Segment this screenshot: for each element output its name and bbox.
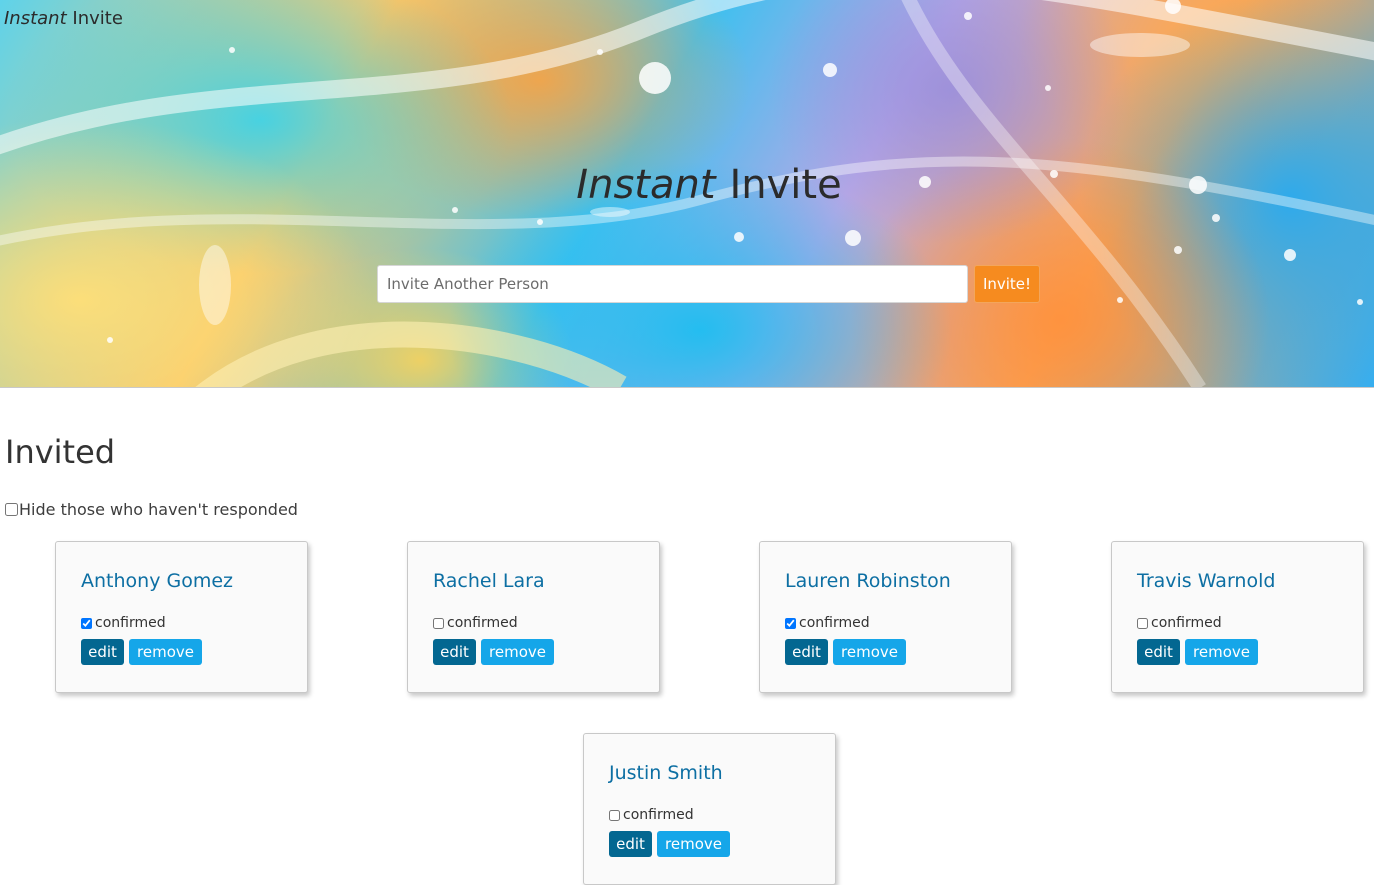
remove-button[interactable]: remove xyxy=(129,639,202,665)
guest-card: Travis Warnold confirmed edit remove xyxy=(1111,541,1364,693)
confirmed-toggle[interactable]: confirmed xyxy=(1137,615,1222,631)
guest-name: Justin Smith xyxy=(609,762,723,784)
hero-banner: Instant Invite Instant Invite Invite! xyxy=(0,0,1374,388)
brand-logo-italic: Instant xyxy=(4,8,67,29)
confirmed-checkbox[interactable] xyxy=(785,617,796,629)
guest-actions: edit remove xyxy=(785,639,906,665)
guest-actions: edit remove xyxy=(1137,639,1258,665)
confirmed-toggle[interactable]: confirmed xyxy=(433,615,518,631)
guest-actions: edit remove xyxy=(81,639,202,665)
guest-name: Lauren Robinston xyxy=(785,570,951,592)
confirmed-label: confirmed xyxy=(447,615,518,631)
edit-button[interactable]: edit xyxy=(81,639,124,665)
edit-button[interactable]: edit xyxy=(433,639,476,665)
edit-button[interactable]: edit xyxy=(609,831,652,857)
page-title-italic: Instant xyxy=(576,161,716,208)
guest-name: Anthony Gomez xyxy=(81,570,233,592)
confirmed-checkbox[interactable] xyxy=(81,617,92,629)
guest-card: Justin Smith confirmed edit remove xyxy=(583,733,836,885)
page-title-text: Invite xyxy=(729,161,842,208)
remove-button[interactable]: remove xyxy=(1185,639,1258,665)
guest-card: Lauren Robinston confirmed edit remove xyxy=(759,541,1012,693)
confirmed-checkbox[interactable] xyxy=(1137,617,1148,629)
confirmed-toggle[interactable]: confirmed xyxy=(785,615,870,631)
confirmed-label: confirmed xyxy=(623,807,694,823)
confirmed-label: confirmed xyxy=(95,615,166,631)
page-title: Instant Invite xyxy=(0,160,1374,210)
edit-button[interactable]: edit xyxy=(1137,639,1180,665)
guest-card: Anthony Gomez confirmed edit remove xyxy=(55,541,308,693)
remove-button[interactable]: remove xyxy=(833,639,906,665)
guest-actions: edit remove xyxy=(433,639,554,665)
hide-unresponded-checkbox[interactable] xyxy=(5,503,18,516)
brand-logo[interactable]: Instant Invite xyxy=(4,7,123,31)
guest-card: Rachel Lara confirmed edit remove xyxy=(407,541,660,693)
guest-name: Rachel Lara xyxy=(433,570,545,592)
edit-button[interactable]: edit xyxy=(785,639,828,665)
hide-unresponded-filter[interactable]: Hide those who haven't responded xyxy=(5,500,298,519)
invite-name-input[interactable] xyxy=(377,265,968,303)
remove-button[interactable]: remove xyxy=(657,831,730,857)
brand-logo-text: Invite xyxy=(72,8,123,29)
confirmed-label: confirmed xyxy=(1151,615,1222,631)
hide-unresponded-label: Hide those who haven't responded xyxy=(19,500,298,519)
section-title: Invited xyxy=(5,433,116,471)
confirmed-checkbox[interactable] xyxy=(433,617,444,629)
remove-button[interactable]: remove xyxy=(481,639,554,665)
guest-actions: edit remove xyxy=(609,831,730,857)
invite-form: Invite! xyxy=(377,265,1040,303)
confirmed-toggle[interactable]: confirmed xyxy=(81,615,166,631)
invite-button[interactable]: Invite! xyxy=(974,265,1040,303)
confirmed-label: confirmed xyxy=(799,615,870,631)
confirmed-checkbox[interactable] xyxy=(609,809,620,821)
guest-name: Travis Warnold xyxy=(1137,570,1276,592)
confirmed-toggle[interactable]: confirmed xyxy=(609,807,694,823)
